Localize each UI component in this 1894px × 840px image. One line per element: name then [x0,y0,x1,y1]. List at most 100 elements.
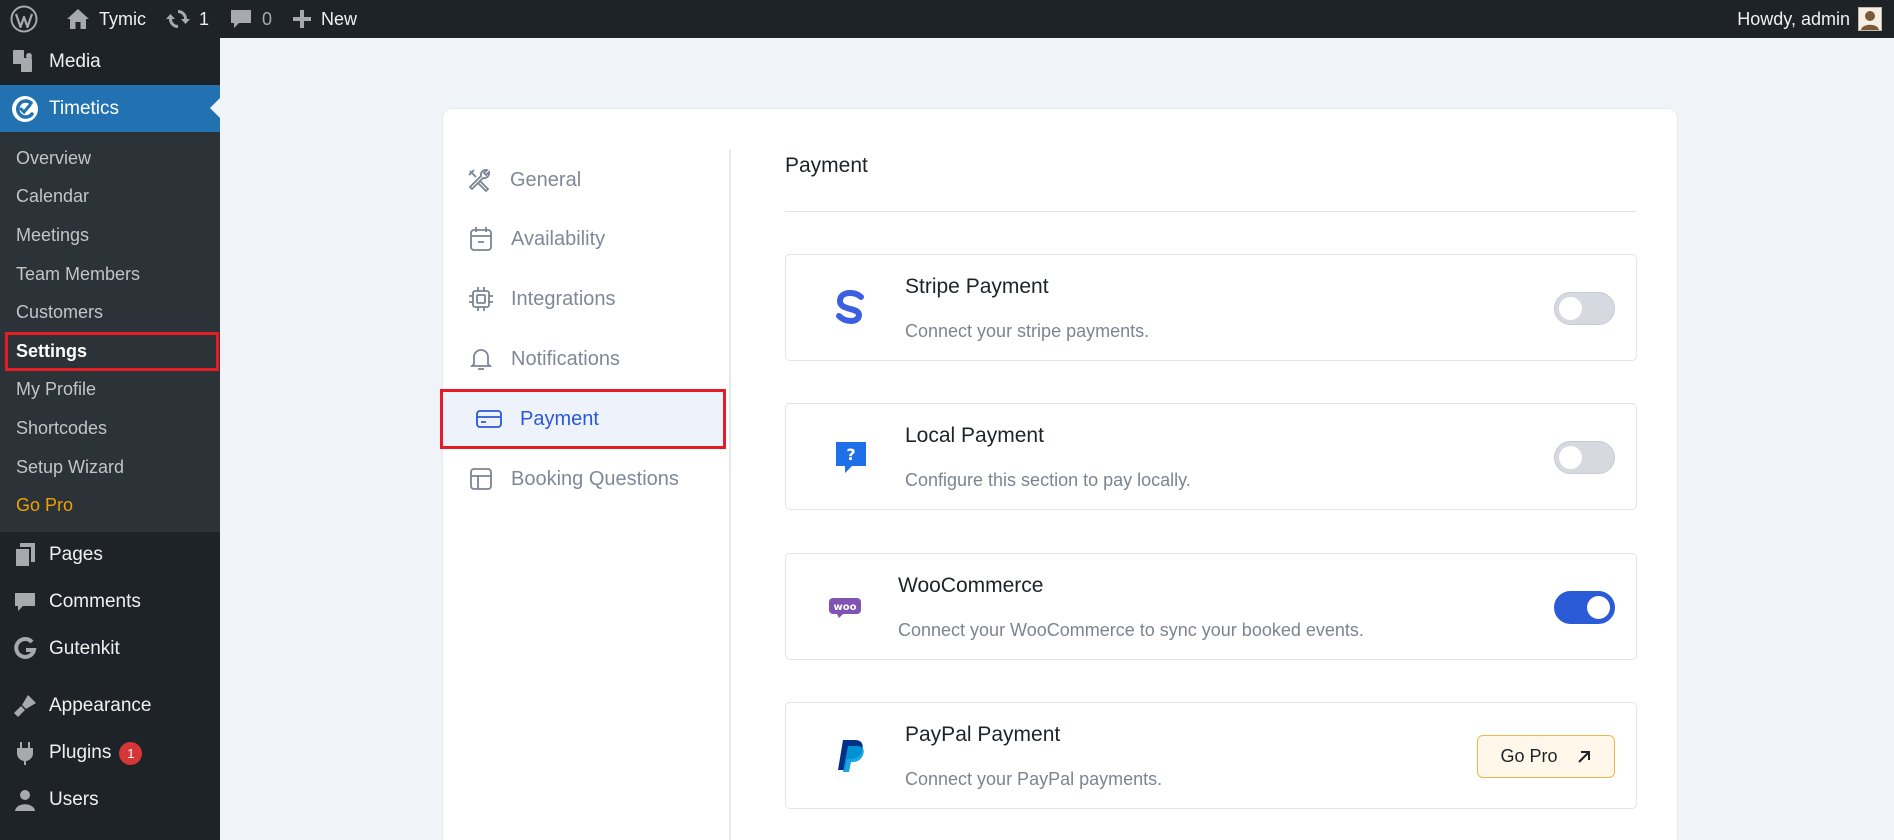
plugins-icon [11,739,39,767]
sidebar-item-comments[interactable]: Comments [0,579,220,626]
site-name-link[interactable]: Tymic [56,0,156,38]
svg-text:woo: woo [834,602,857,613]
howdy-text: Howdy, admin [1737,8,1850,29]
tab-label: Integrations [511,287,616,310]
tab-integrations[interactable]: Integrations [469,274,616,324]
svg-text:?: ? [846,445,855,464]
sidebar-item-plugins[interactable]: Plugins 1 [0,730,220,777]
toggle-knob [1559,446,1582,469]
wordpress-logo-button[interactable] [0,0,48,38]
credit-card-icon [476,410,502,428]
gutenkit-icon [11,635,39,663]
calendar-icon [470,227,492,251]
payment-method-title: PayPal Payment [905,723,1061,746]
tabs-divider [729,150,731,840]
tools-icon [468,169,490,193]
sidebar-item-label: Plugins [49,742,112,764]
submenu-go-pro[interactable]: Go Pro [0,486,220,525]
tab-label: Availability [511,227,606,250]
woocommerce-toggle[interactable] [1554,591,1615,624]
payment-method-local: ? Local Payment Configure this section t… [785,403,1637,510]
paypal-icon [826,731,876,781]
stripe-toggle[interactable] [1554,292,1615,325]
sidebar-item-pages[interactable]: Pages [0,532,220,579]
chip-icon [469,287,493,311]
arrow-up-right-icon [1577,750,1590,763]
payment-method-desc: Connect your PayPal payments. [905,769,1163,789]
submenu-calendar[interactable]: Calendar [0,178,220,217]
layout-icon [470,468,492,490]
comments-count: 0 [262,8,273,29]
submenu-shortcodes[interactable]: Shortcodes [0,409,220,448]
submenu-setup-wizard[interactable]: Setup Wizard [0,448,220,487]
submenu-settings[interactable]: Settings [5,331,219,371]
admin-sidebar: Media Timetics Overview Calendar Meeting… [0,38,220,840]
go-pro-button[interactable]: Go Pro [1477,735,1615,778]
title-divider [785,211,1637,212]
payment-method-title: Stripe Payment [905,275,1049,298]
tab-notifications[interactable]: Notifications [469,334,620,384]
new-label: New [321,8,358,29]
sidebar-item-media[interactable]: Media [0,38,220,85]
comments-link[interactable]: 0 [219,0,282,38]
submenu-team-members[interactable]: Team Members [0,255,220,294]
admin-bar: Tymic 1 0 New Howdy, admin [0,0,1894,38]
sidebar-item-users[interactable]: Users [0,777,220,824]
comment-bubble-icon [231,10,252,28]
submenu-customers[interactable]: Customers [0,293,220,332]
media-icon [11,48,39,76]
local-payment-icon: ? [826,432,876,482]
go-pro-label: Go Pro [1500,746,1558,766]
timetics-icon [11,95,39,123]
sidebar-item-appearance[interactable]: Appearance [0,683,220,730]
sidebar-item-label: Media [49,50,101,72]
comments-icon [11,588,39,616]
timetics-submenu: Overview Calendar Meetings Team Members … [0,132,220,532]
submenu-meetings[interactable]: Meetings [0,216,220,255]
sidebar-item-label: Users [49,789,99,811]
avatar [1858,7,1882,31]
payment-method-desc: Connect your WooCommerce to sync your bo… [898,620,1364,640]
woocommerce-icon: woo [820,582,870,632]
updates-icon [166,10,190,28]
plugins-update-badge: 1 [119,741,143,765]
updates-count: 1 [199,8,210,29]
toggle-knob [1587,596,1610,619]
tab-availability[interactable]: Availability [469,214,605,264]
account-menu[interactable]: Howdy, admin [1737,0,1882,38]
tab-general[interactable]: General [466,155,581,205]
payment-method-desc: Connect your stripe payments. [905,321,1150,341]
bell-icon [469,349,493,370]
submenu-overview[interactable]: Overview [0,139,220,178]
tab-label: General [510,168,582,191]
sidebar-item-label: Pages [49,544,103,566]
payment-method-title: WooCommerce [898,574,1044,597]
local-payment-toggle[interactable] [1554,441,1615,474]
tab-booking-questions[interactable]: Booking Questions [469,454,679,504]
sidebar-item-timetics[interactable]: Timetics [0,85,220,132]
sidebar-item-label: Comments [49,591,141,613]
updates-link[interactable]: 1 [156,0,219,38]
sidebar-item-label: Gutenkit [49,638,120,660]
payment-method-desc: Configure this section to pay locally. [905,470,1191,490]
sidebar-item-label: Timetics [49,97,120,119]
wordpress-icon [10,5,38,33]
payment-method-woocommerce: woo WooCommerce Connect your WooCommerce… [785,553,1637,660]
sidebar-item-label: Appearance [49,695,152,717]
stripe-icon [826,283,876,333]
payment-method-stripe: Stripe Payment Connect your stripe payme… [785,254,1637,361]
home-icon [67,9,89,29]
user-avatar-icon [1861,11,1879,30]
tab-label: Booking Questions [511,467,679,490]
payment-method-paypal: PayPal Payment Connect your PayPal payme… [785,702,1637,809]
pages-icon [11,541,39,569]
sidebar-item-gutenkit[interactable]: Gutenkit [0,626,220,673]
users-icon [11,786,39,814]
page-title: Payment [785,154,868,177]
plus-icon [293,10,312,28]
submenu-my-profile[interactable]: My Profile [0,371,220,410]
tab-label: Payment [520,407,599,430]
tab-label: Notifications [511,347,620,370]
new-content-button[interactable]: New [282,0,367,38]
tab-payment[interactable]: Payment [440,389,726,449]
